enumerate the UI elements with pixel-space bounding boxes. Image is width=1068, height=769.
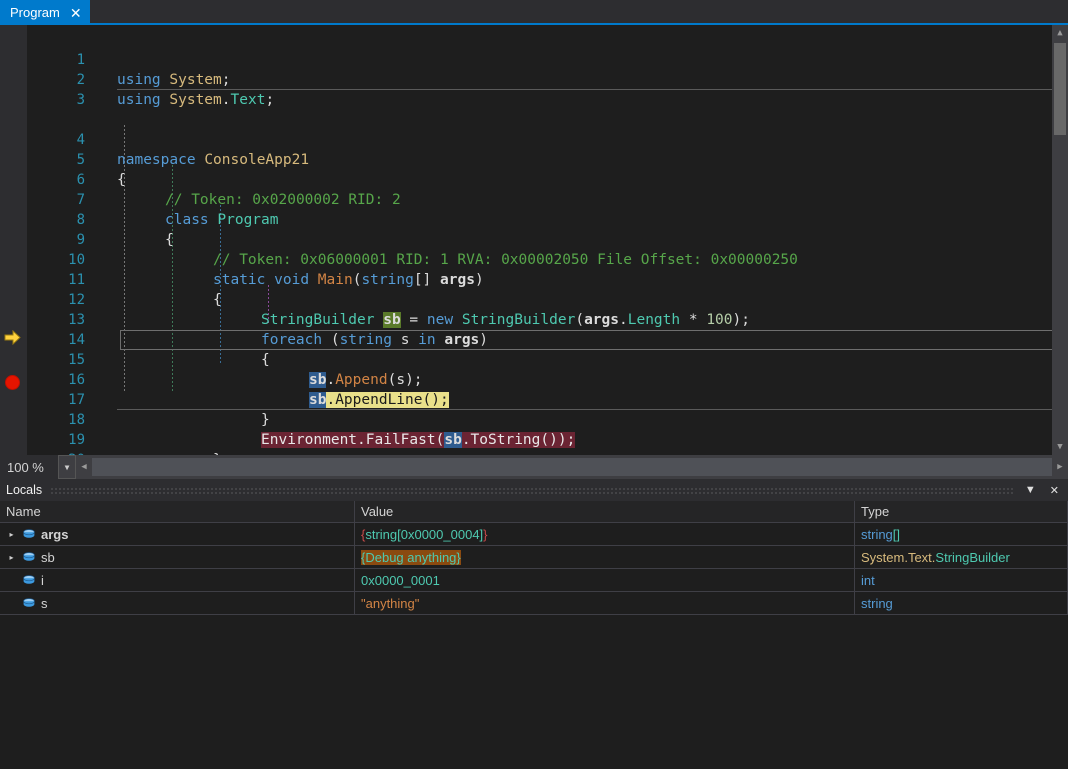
token-type: Text: [231, 92, 266, 108]
line-number: 3: [27, 90, 85, 110]
locals-panel: Locals ▼ ✕ Name Value Type ▸ args {strin…: [0, 479, 1068, 769]
code-line[interactable]: 9 // Token: 0x06000001 RID: 1 RVA: 0x000…: [27, 210, 1068, 230]
expander-icon[interactable]: ▸: [6, 530, 17, 539]
locals-variable-name: sb: [41, 550, 55, 565]
code-line-breakpoint[interactable]: 18 Environment.FailFast(sb.ToString());: [27, 390, 1068, 410]
value-brace: }: [483, 527, 487, 542]
locals-title-bar[interactable]: Locals ▼ ✕: [0, 479, 1068, 501]
value-text: "anything": [361, 596, 419, 611]
locals-type-cell: System.Text.StringBuilder: [855, 546, 1068, 568]
table-row[interactable]: ▸ sb {Debug anything} System.Text.String…: [0, 546, 1068, 569]
token-keyword: using: [117, 92, 161, 108]
locals-type-cell: int: [855, 569, 1068, 591]
scroll-up-icon[interactable]: ▲: [1052, 25, 1068, 41]
code-line[interactable]: 17 }: [27, 370, 1068, 390]
locals-name-cell[interactable]: ▸ args: [0, 523, 355, 545]
scroll-left-icon[interactable]: ◀: [76, 462, 92, 472]
line-content: using System.Text;: [117, 90, 1068, 110]
type-text: StringBuilder: [935, 550, 1009, 565]
tab-program[interactable]: Program ✕: [0, 0, 90, 25]
locals-name-cell[interactable]: s: [0, 592, 355, 614]
value-text: string[0x0000_0004]: [365, 527, 483, 542]
locals-type-cell: string: [855, 592, 1068, 614]
editor-vertical-scrollbar[interactable]: ▲ ▼: [1052, 25, 1068, 455]
value-text: 0x0000_0001: [361, 573, 440, 588]
locals-grid-header: Name Value Type: [0, 501, 1068, 523]
code-line[interactable]: 11 {: [27, 250, 1068, 270]
code-line[interactable]: 19 }: [27, 410, 1068, 430]
tab-label: Program: [10, 5, 60, 20]
token-punct: .: [222, 92, 231, 108]
type-text: string: [861, 527, 893, 542]
code-text-area[interactable]: 1 using System; 2 using System.Text; 3 4…: [27, 25, 1068, 455]
code-line[interactable]: 10 static void Main(string[] args): [27, 230, 1068, 250]
editor-horizontal-scrollbar[interactable]: ◀ ▶: [76, 455, 1068, 479]
code-line[interactable]: 8 {: [27, 190, 1068, 210]
variable-icon: [22, 527, 36, 541]
editor-gutter[interactable]: [0, 25, 27, 455]
locals-title-label: Locals: [6, 483, 42, 497]
current-statement-arrow-icon: [4, 330, 21, 345]
close-icon[interactable]: ✕: [70, 6, 82, 20]
code-line[interactable]: 1 using System;: [27, 30, 1068, 50]
locals-variable-name: args: [41, 527, 68, 542]
variable-icon: [22, 596, 36, 610]
locals-name-cell[interactable]: i: [0, 569, 355, 591]
tab-strip-empty: [90, 0, 1068, 25]
code-editor[interactable]: 1 using System; 2 using System.Text; 3 4…: [0, 25, 1068, 455]
table-row[interactable]: s "anything" string: [0, 592, 1068, 615]
code-line[interactable]: 14 {: [27, 310, 1068, 330]
table-row[interactable]: ▸ args {string[0x0000_0004]} string[]: [0, 523, 1068, 546]
code-line[interactable]: 3: [27, 70, 1068, 90]
drag-handle[interactable]: [50, 487, 1014, 494]
code-line[interactable]: 4 namespace ConsoleApp21: [27, 110, 1068, 130]
code-line[interactable]: 13 foreach (string s in args): [27, 290, 1068, 310]
breakpoint-icon[interactable]: [5, 375, 20, 390]
code-line[interactable]: 2 using System.Text;: [27, 50, 1068, 70]
locals-variable-name: s: [41, 596, 48, 611]
code-line-current[interactable]: 16 sb.AppendLine();: [27, 350, 1068, 370]
close-icon[interactable]: ✕: [1047, 484, 1062, 497]
variable-icon: [22, 550, 36, 564]
type-text: int: [861, 573, 875, 588]
column-header-value[interactable]: Value: [355, 501, 855, 522]
column-header-type[interactable]: Type: [855, 501, 1068, 522]
scroll-down-icon[interactable]: ▼: [1052, 439, 1068, 455]
code-line[interactable]: 7 class Program: [27, 170, 1068, 190]
code-line[interactable]: 6 // Token: 0x02000002 RID: 2: [27, 150, 1068, 170]
scrollbar-thumb[interactable]: [1054, 43, 1066, 135]
type-suffix: []: [893, 527, 900, 542]
column-header-name[interactable]: Name: [0, 501, 355, 522]
variable-icon: [22, 573, 36, 587]
locals-type-cell: string[]: [855, 523, 1068, 545]
code-line[interactable]: 12 StringBuilder sb = new StringBuilder(…: [27, 270, 1068, 290]
locals-grid-body: ▸ args {string[0x0000_0004]} string[] ▸: [0, 523, 1068, 769]
locals-value-cell[interactable]: {string[0x0000_0004]}: [355, 523, 855, 545]
editor-status-bar: 100 % ▼ ◀ ▶: [0, 455, 1068, 479]
locals-value-cell[interactable]: {Debug anything}: [355, 546, 855, 568]
table-row[interactable]: i 0x0000_0001 int: [0, 569, 1068, 592]
code-line[interactable]: 15 sb.Append(s);: [27, 330, 1068, 350]
scroll-right-icon[interactable]: ▶: [1052, 462, 1068, 472]
zoom-level-display[interactable]: 100 %: [0, 455, 58, 479]
type-namespace: System.Text.: [861, 550, 935, 565]
expander-icon[interactable]: ▸: [6, 553, 17, 562]
chevron-down-icon[interactable]: ▼: [58, 455, 76, 479]
locals-value-cell[interactable]: 0x0000_0001: [355, 569, 855, 591]
value-text: Debug anything: [365, 550, 456, 565]
token-namespace: System: [169, 92, 221, 108]
locals-variable-name: i: [41, 573, 44, 588]
type-text: string: [861, 596, 893, 611]
value-brace: }: [456, 550, 460, 565]
scrollbar-thumb[interactable]: [92, 458, 1052, 476]
tab-strip: Program ✕: [0, 0, 1068, 25]
code-line[interactable]: 5 {: [27, 130, 1068, 150]
chevron-down-icon[interactable]: ▼: [1022, 484, 1039, 496]
locals-name-cell[interactable]: ▸ sb: [0, 546, 355, 568]
code-line[interactable]: 20: [27, 430, 1068, 450]
token-punct: ;: [265, 92, 274, 108]
locals-value-cell[interactable]: "anything": [355, 592, 855, 614]
